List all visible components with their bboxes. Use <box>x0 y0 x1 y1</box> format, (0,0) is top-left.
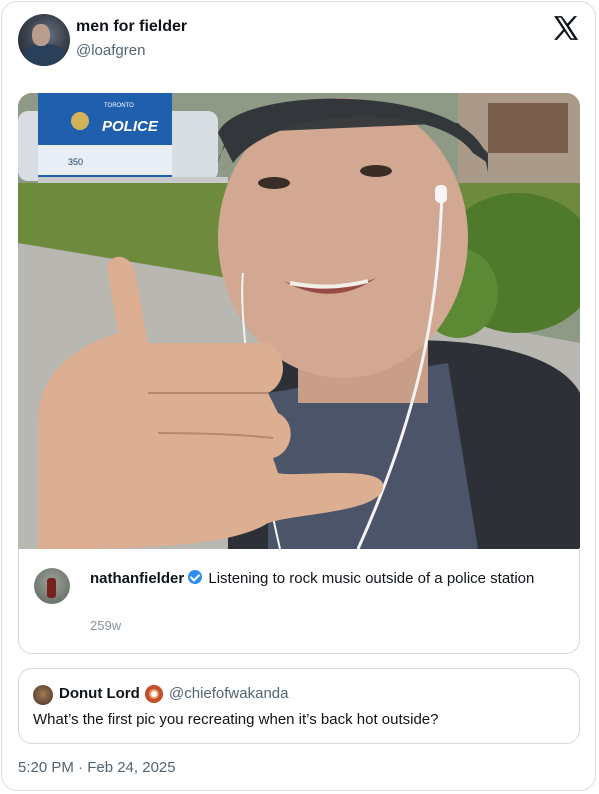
ig-avatar[interactable] <box>34 568 70 604</box>
user-avatar[interactable] <box>18 14 70 66</box>
quote-text: What’s the first pic you recreating when… <box>33 711 439 728</box>
ig-post-text: nathanfielder Listening to rock music ou… <box>90 568 550 589</box>
display-name[interactable]: men for fielder <box>76 18 187 36</box>
embedded-instagram-card[interactable]: nathanfielder Listening to rock music ou… <box>18 548 580 654</box>
ig-caption: Listening to rock music outside of a pol… <box>208 570 535 587</box>
quote-tweet[interactable]: Donut Lord @chiefofwakanda What’s the fi… <box>18 668 580 744</box>
sign-number-text: 350 <box>68 157 83 167</box>
tweet-photo[interactable]: TORONTO POLICE 350 <box>18 93 580 549</box>
donut-emoji-icon <box>145 685 163 703</box>
sign-small-text: TORONTO <box>104 103 134 109</box>
ig-username[interactable]: nathanfielder <box>90 570 184 587</box>
tweet-timestamp[interactable]: 5:20 PM · Feb 24, 2025 <box>18 759 176 776</box>
user-handle[interactable]: @loafgren <box>76 42 145 59</box>
sign-police-text: POLICE <box>102 118 159 135</box>
quote-display-name[interactable]: Donut Lord <box>59 685 140 702</box>
verified-badge-icon <box>188 570 203 584</box>
ig-post-age: 259w <box>90 618 122 633</box>
quote-avatar[interactable] <box>33 685 53 705</box>
x-logo-icon[interactable] <box>553 16 579 40</box>
quote-handle[interactable]: @chiefofwakanda <box>169 685 288 702</box>
